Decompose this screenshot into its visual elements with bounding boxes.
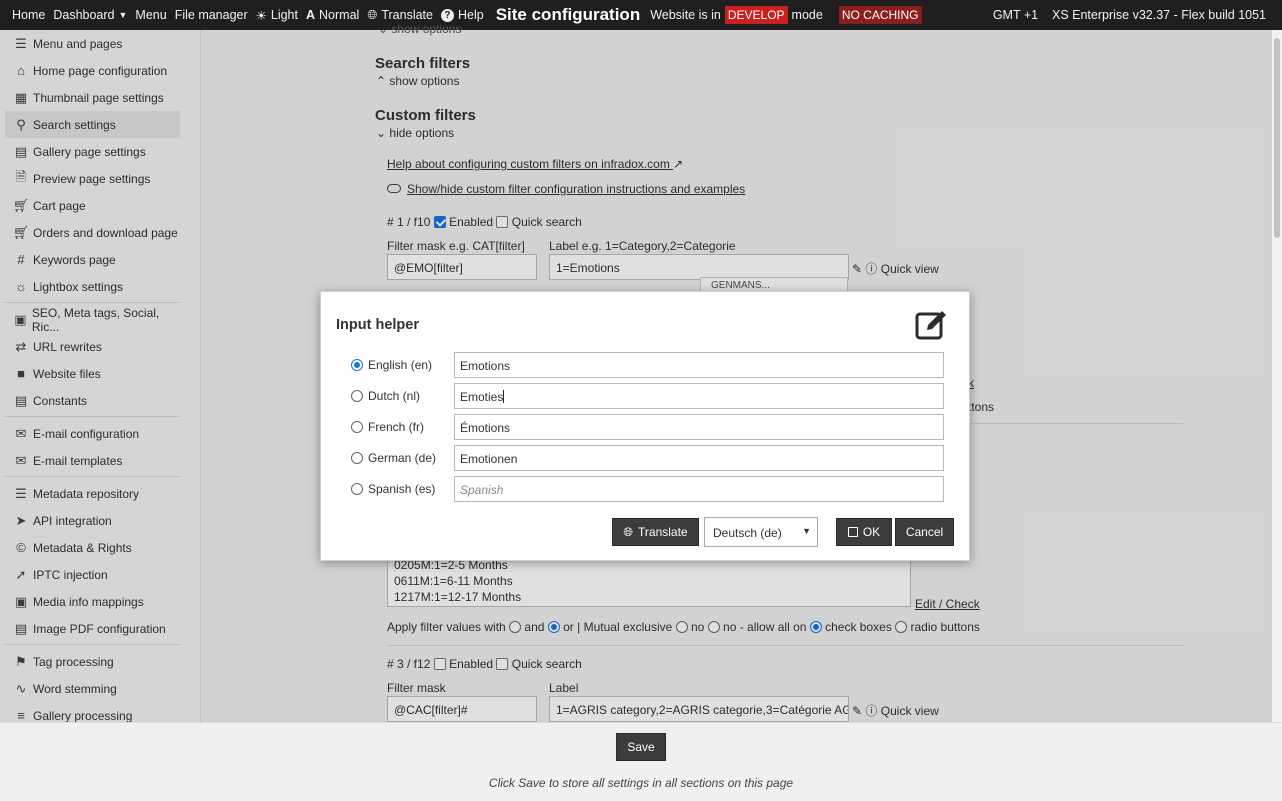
edit-icon — [915, 311, 946, 340]
page-scrollbar[interactable] — [1272, 30, 1282, 722]
lang-en-input[interactable]: Emotions — [454, 352, 944, 378]
lang-de-label: German (de) — [368, 451, 437, 465]
mode-text: Website is in DEVELOP mode — [650, 6, 831, 24]
develop-badge: DEVELOP — [724, 6, 788, 24]
top-bar: Home Dashboard ▼ Menu File manager ☀ Light… — [0, 0, 1282, 30]
light-label: Light — [270, 8, 298, 22]
translate-label: Translate — [381, 8, 433, 22]
globe-icon: 🌐︎ — [367, 7, 378, 22]
lang-nl-label: Dutch (nl) — [368, 389, 421, 403]
lang-en-radio[interactable] — [351, 359, 363, 371]
home-link[interactable]: Home — [0, 8, 53, 22]
dashboard-menu[interactable]: Dashboard ▼ — [53, 8, 135, 22]
footer-bar: Save Click Save to store all settings in… — [0, 722, 1282, 801]
dashboard-label: Dashboard — [53, 8, 115, 22]
ok-label: OK — [862, 525, 881, 539]
translate-link[interactable]: 🌐︎ Translate — [367, 8, 441, 23]
target-language-select[interactable]: Deutsch (de) ▼ — [704, 517, 818, 547]
lang-nl-radio[interactable] — [351, 390, 363, 402]
light-theme-button[interactable]: ☀ Light — [256, 8, 306, 23]
chevron-down-icon: ▼ — [802, 526, 811, 536]
save-icon — [847, 527, 858, 537]
lang-nl-input[interactable]: Emoties — [454, 383, 944, 409]
lang-en-label: English (en) — [368, 358, 433, 372]
input-helper-dialog: Input helper English (en) Emotions Dutch… — [320, 291, 970, 561]
ok-button[interactable]: OK — [836, 518, 892, 546]
text-cursor — [503, 390, 505, 403]
font-icon: A — [305, 8, 316, 22]
lang-row-fr: French (fr) — [351, 414, 424, 440]
help-link[interactable]: ? Help — [440, 8, 492, 22]
selected-language: Deutsch (de) — [713, 526, 782, 540]
lang-fr-radio[interactable] — [351, 421, 363, 433]
cancel-button[interactable]: Cancel — [895, 518, 954, 546]
lang-es-label: Spanish (es) — [368, 482, 436, 496]
normal-label: Normal — [319, 8, 360, 22]
save-button[interactable]: Save — [616, 733, 666, 761]
lang-nl-value: Emoties — [460, 390, 504, 404]
lang-fr-label: French (fr) — [368, 420, 425, 434]
help-label: Help — [457, 8, 484, 22]
scrollbar-thumb[interactable] — [1274, 38, 1280, 238]
no-caching-badge: NO CACHING — [838, 6, 922, 24]
save-hint: Click Save to store all settings in all … — [488, 776, 794, 790]
lang-de-radio[interactable] — [351, 452, 363, 464]
lang-fr-input[interactable]: Émotions — [454, 414, 944, 440]
font-normal-button[interactable]: A Normal — [306, 8, 367, 22]
mode-suffix: mode — [791, 8, 823, 22]
lang-row-en: English (en) — [351, 352, 432, 378]
lang-de-input[interactable]: Emotionen — [454, 445, 944, 471]
menu-link[interactable]: Menu — [135, 8, 174, 22]
translate-button-label: Translate — [638, 525, 688, 539]
question-circle-icon: ? — [440, 8, 454, 22]
mode-prefix: Website is in — [650, 8, 721, 22]
translate-button[interactable]: 🌐︎ Translate — [612, 518, 699, 546]
lang-row-nl: Dutch (nl) — [351, 383, 420, 409]
dialog-title: Input helper — [336, 317, 419, 333]
version-info: GMT +1 XS Enterprise v32.37 - Flex build… — [992, 8, 1266, 22]
chevron-down-icon: ▼ — [118, 10, 128, 20]
globe-icon: 🌐︎ — [623, 524, 634, 539]
lang-es-input[interactable]: Spanish — [454, 476, 944, 502]
file-manager-link[interactable]: File manager — [175, 8, 256, 22]
lang-row-es: Spanish (es) — [351, 476, 435, 502]
lang-es-radio[interactable] — [351, 483, 363, 495]
lang-row-de: German (de) — [351, 445, 436, 471]
sun-icon: ☀ — [255, 8, 267, 23]
edit-icon — [915, 309, 949, 344]
page-title: Site configuration — [495, 5, 641, 24]
